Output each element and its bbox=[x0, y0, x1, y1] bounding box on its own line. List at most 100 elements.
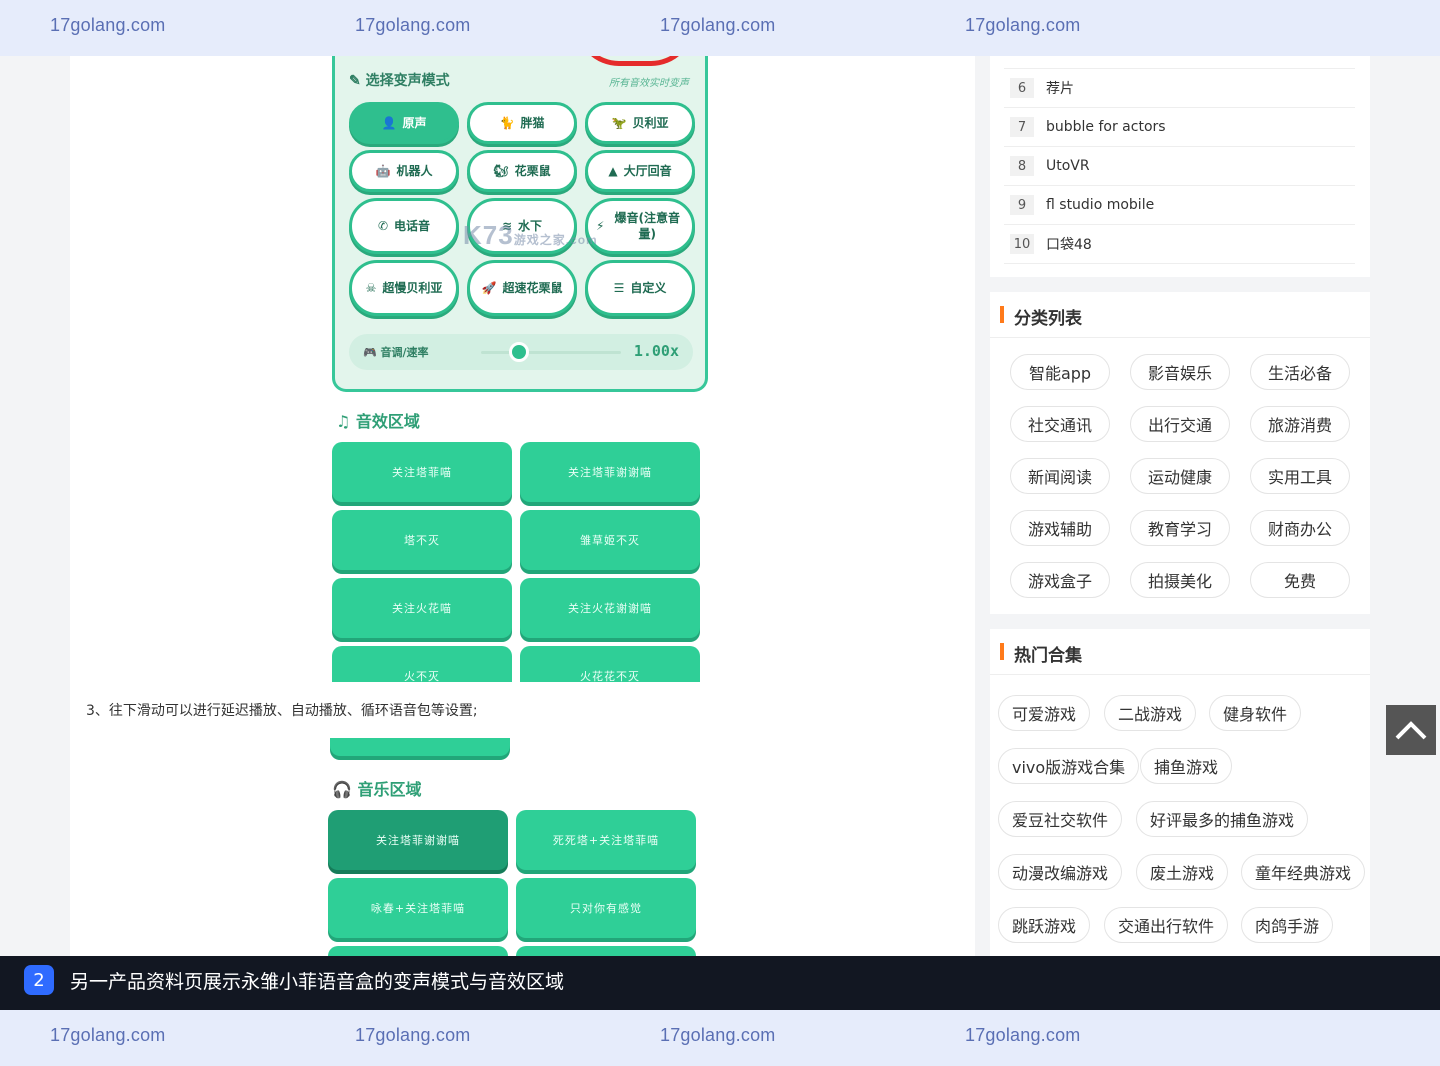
category-pill[interactable]: 社交通讯 bbox=[1010, 406, 1110, 442]
mode-button-super-slow[interactable]: ☠ 超慢贝利亚 bbox=[349, 260, 459, 316]
rank-name[interactable]: bubble for actors bbox=[1046, 119, 1166, 135]
cat-icon: 🐈 bbox=[499, 115, 515, 130]
rank-name[interactable]: fl studio mobile bbox=[1046, 197, 1154, 213]
sfx-button[interactable]: 塔不灭 bbox=[332, 510, 512, 570]
sfx-button[interactable]: 雏草姬不灭 bbox=[520, 510, 700, 570]
category-pill[interactable]: 教育学习 bbox=[1130, 510, 1230, 546]
music-button[interactable]: 死死塔+关注塔菲喵 bbox=[516, 810, 696, 870]
hot-tag[interactable]: 交通出行软件 bbox=[1104, 907, 1229, 943]
mode-button-hall-echo[interactable]: ▲ 大厅回音 bbox=[585, 150, 695, 192]
hot-tag[interactable]: 健身软件 bbox=[1209, 695, 1302, 731]
category-pill[interactable]: 出行交通 bbox=[1130, 406, 1230, 442]
sfx-grid: 关注塔菲喵 关注塔菲谢谢喵 塔不灭 雏草姬不灭 关注火花喵 关注火花谢谢喵 火不… bbox=[332, 442, 700, 682]
hot-tag[interactable]: 二战游戏 bbox=[1104, 695, 1197, 731]
ranking-item[interactable]: 6 荐片 bbox=[1004, 69, 1355, 108]
hot-tag[interactable]: 可爱游戏 bbox=[998, 695, 1091, 731]
squirrel-icon: 🐿 bbox=[493, 163, 509, 178]
mode-button-phone[interactable]: ✆ 电话音 bbox=[349, 198, 459, 254]
category-pill[interactable]: 新闻阅读 bbox=[1010, 458, 1110, 494]
sfx-button[interactable]: 关注塔菲谢谢喵 bbox=[520, 442, 700, 502]
title-accent-bar bbox=[1000, 643, 1004, 660]
mode-button-original[interactable]: 👤 原声 bbox=[349, 102, 459, 144]
hot-tag[interactable]: 好评最多的捕鱼游戏 bbox=[1136, 801, 1309, 837]
category-pill[interactable]: 游戏盒子 bbox=[1010, 562, 1110, 598]
rank-name[interactable]: 荐片 bbox=[1046, 78, 1074, 98]
music-button[interactable]: 咏春+关注塔菲喵 bbox=[328, 878, 508, 938]
skull-icon: ☠ bbox=[365, 280, 377, 295]
category-pill[interactable]: 生活必备 bbox=[1250, 354, 1350, 390]
hall-icon: ▲ bbox=[608, 163, 618, 178]
watermark-text: 17golang.com bbox=[660, 15, 776, 35]
watermark-bar-bottom: 17golang.com 17golang.com 17golang.com 1… bbox=[0, 1010, 1440, 1066]
mode-button-robot[interactable]: 🤖 机器人 bbox=[349, 150, 459, 192]
music-button-partial bbox=[516, 946, 696, 956]
music-note-icon: ♫ bbox=[336, 412, 356, 431]
pitch-slider-track[interactable] bbox=[481, 351, 621, 354]
category-pill[interactable]: 游戏辅助 bbox=[1010, 510, 1110, 546]
mode-title: ✎ 选择变声模式 bbox=[349, 73, 450, 89]
red-annotation-arc bbox=[575, 56, 695, 66]
mode-button-loud[interactable]: ⚡ 爆音(注意音量) bbox=[585, 198, 695, 254]
hot-title: 热门合集 bbox=[1014, 646, 1082, 666]
chevron-up-icon bbox=[1395, 721, 1427, 740]
hot-tag[interactable]: 爱豆社交软件 bbox=[998, 801, 1123, 837]
rank-number: 9 bbox=[1010, 195, 1034, 215]
ranking-item[interactable]: 10 口袋48 bbox=[1004, 225, 1355, 264]
app-screenshot-voice-modes: ✎ 选择变声模式 所有音效实时变声 👤 原声 🐈 胖猫 🦖 贝利亚 🤖 机器人 🐿 花栗鼠… bbox=[332, 56, 708, 392]
music-section-title: 🎧 音乐区域 bbox=[332, 780, 422, 799]
ranking-list: 6 荐片 7 bubble for actors 8 UtoVR 9 fl studio… bbox=[990, 56, 1370, 277]
ranking-item[interactable]: 8 UtoVR bbox=[1004, 147, 1355, 186]
headphones-icon: 🎧 bbox=[332, 780, 358, 799]
robot-icon: 🤖 bbox=[375, 163, 391, 178]
category-pill[interactable]: 影音娱乐 bbox=[1130, 354, 1230, 390]
category-pill[interactable]: 拍摄美化 bbox=[1130, 562, 1230, 598]
hot-tag[interactable]: 动漫改编游戏 bbox=[998, 854, 1123, 890]
mode-button-fat-cat[interactable]: 🐈 胖猫 bbox=[467, 102, 577, 144]
caption-index-badge: 2 bbox=[24, 965, 54, 995]
hot-tag[interactable]: 肉鸽手游 bbox=[1241, 907, 1334, 943]
hot-tag[interactable]: 捕鱼游戏 bbox=[1140, 748, 1233, 784]
watermark-text: 17golang.com bbox=[355, 1025, 471, 1045]
ranking-item[interactable]: 9 fl studio mobile bbox=[1004, 186, 1355, 225]
rank-number: 10 bbox=[1010, 234, 1034, 254]
music-area: 🎧 音乐区域 关注塔菲谢谢喵 死死塔+关注塔菲喵 咏春+关注塔菲喵 只对你有感觉 bbox=[328, 738, 708, 956]
pitch-slider-handle[interactable] bbox=[509, 342, 529, 362]
hot-tag[interactable]: 童年经典游戏 bbox=[1241, 854, 1366, 890]
sfx-button-partial bbox=[330, 738, 510, 756]
title-accent-bar bbox=[1000, 306, 1004, 323]
mode-button-belial[interactable]: 🦖 贝利亚 bbox=[585, 102, 695, 144]
category-grid: 智能app 影音娱乐 生活必备 社交通讯 出行交通 旅游消费 新闻阅读 运动健康… bbox=[1010, 354, 1350, 598]
category-pill[interactable]: 运动健康 bbox=[1130, 458, 1230, 494]
category-pill[interactable]: 免费 bbox=[1250, 562, 1350, 598]
monster-icon: 🦖 bbox=[611, 115, 627, 130]
rank-name[interactable]: 口袋48 bbox=[1046, 234, 1092, 254]
category-pill[interactable]: 实用工具 bbox=[1250, 458, 1350, 494]
music-button[interactable]: 关注塔菲谢谢喵 bbox=[328, 810, 508, 870]
sfx-button[interactable]: 火花花不灭 bbox=[520, 646, 700, 682]
music-button[interactable]: 只对你有感觉 bbox=[516, 878, 696, 938]
sfx-button[interactable]: 关注塔菲喵 bbox=[332, 442, 512, 502]
hot-tag[interactable]: 跳跃游戏 bbox=[998, 907, 1091, 943]
gamepad-icon: 🎮 bbox=[363, 346, 381, 359]
category-pill[interactable]: 财商办公 bbox=[1250, 510, 1350, 546]
music-button-partial bbox=[328, 946, 508, 956]
watermark-text: 17golang.com bbox=[50, 1025, 166, 1045]
mode-button-super-fast[interactable]: 🚀 超速花栗鼠 bbox=[467, 260, 577, 316]
sfx-button[interactable]: 火不灭 bbox=[332, 646, 512, 682]
rank-number: 6 bbox=[1010, 78, 1034, 98]
mode-grid: 👤 原声 🐈 胖猫 🦖 贝利亚 🤖 机器人 🐿 花栗鼠 ▲ 大厅回音 ✆ 电话音 ≋ 水下 ⚡ 爆… bbox=[349, 102, 695, 322]
category-pill[interactable]: 旅游消费 bbox=[1250, 406, 1350, 442]
mode-button-chipmunk[interactable]: 🐿 花栗鼠 bbox=[467, 150, 577, 192]
ranking-item[interactable]: 7 bubble for actors bbox=[1004, 108, 1355, 147]
back-to-top-button[interactable] bbox=[1386, 705, 1436, 755]
sfx-button[interactable]: 关注火花喵 bbox=[332, 578, 512, 638]
hot-tag[interactable]: vivo版游戏合集 bbox=[998, 748, 1140, 784]
rank-name[interactable]: UtoVR bbox=[1046, 158, 1090, 174]
sfx-button[interactable]: 关注火花谢谢喵 bbox=[520, 578, 700, 638]
person-icon: 👤 bbox=[381, 115, 397, 130]
hot-tag[interactable]: 废土游戏 bbox=[1136, 854, 1229, 890]
category-header: 分类列表 bbox=[990, 292, 1370, 338]
sfx-section-title: ♫ 音效区域 bbox=[336, 412, 420, 431]
category-pill[interactable]: 智能app bbox=[1010, 354, 1110, 390]
mode-button-custom[interactable]: ☰ 自定义 bbox=[585, 260, 695, 316]
